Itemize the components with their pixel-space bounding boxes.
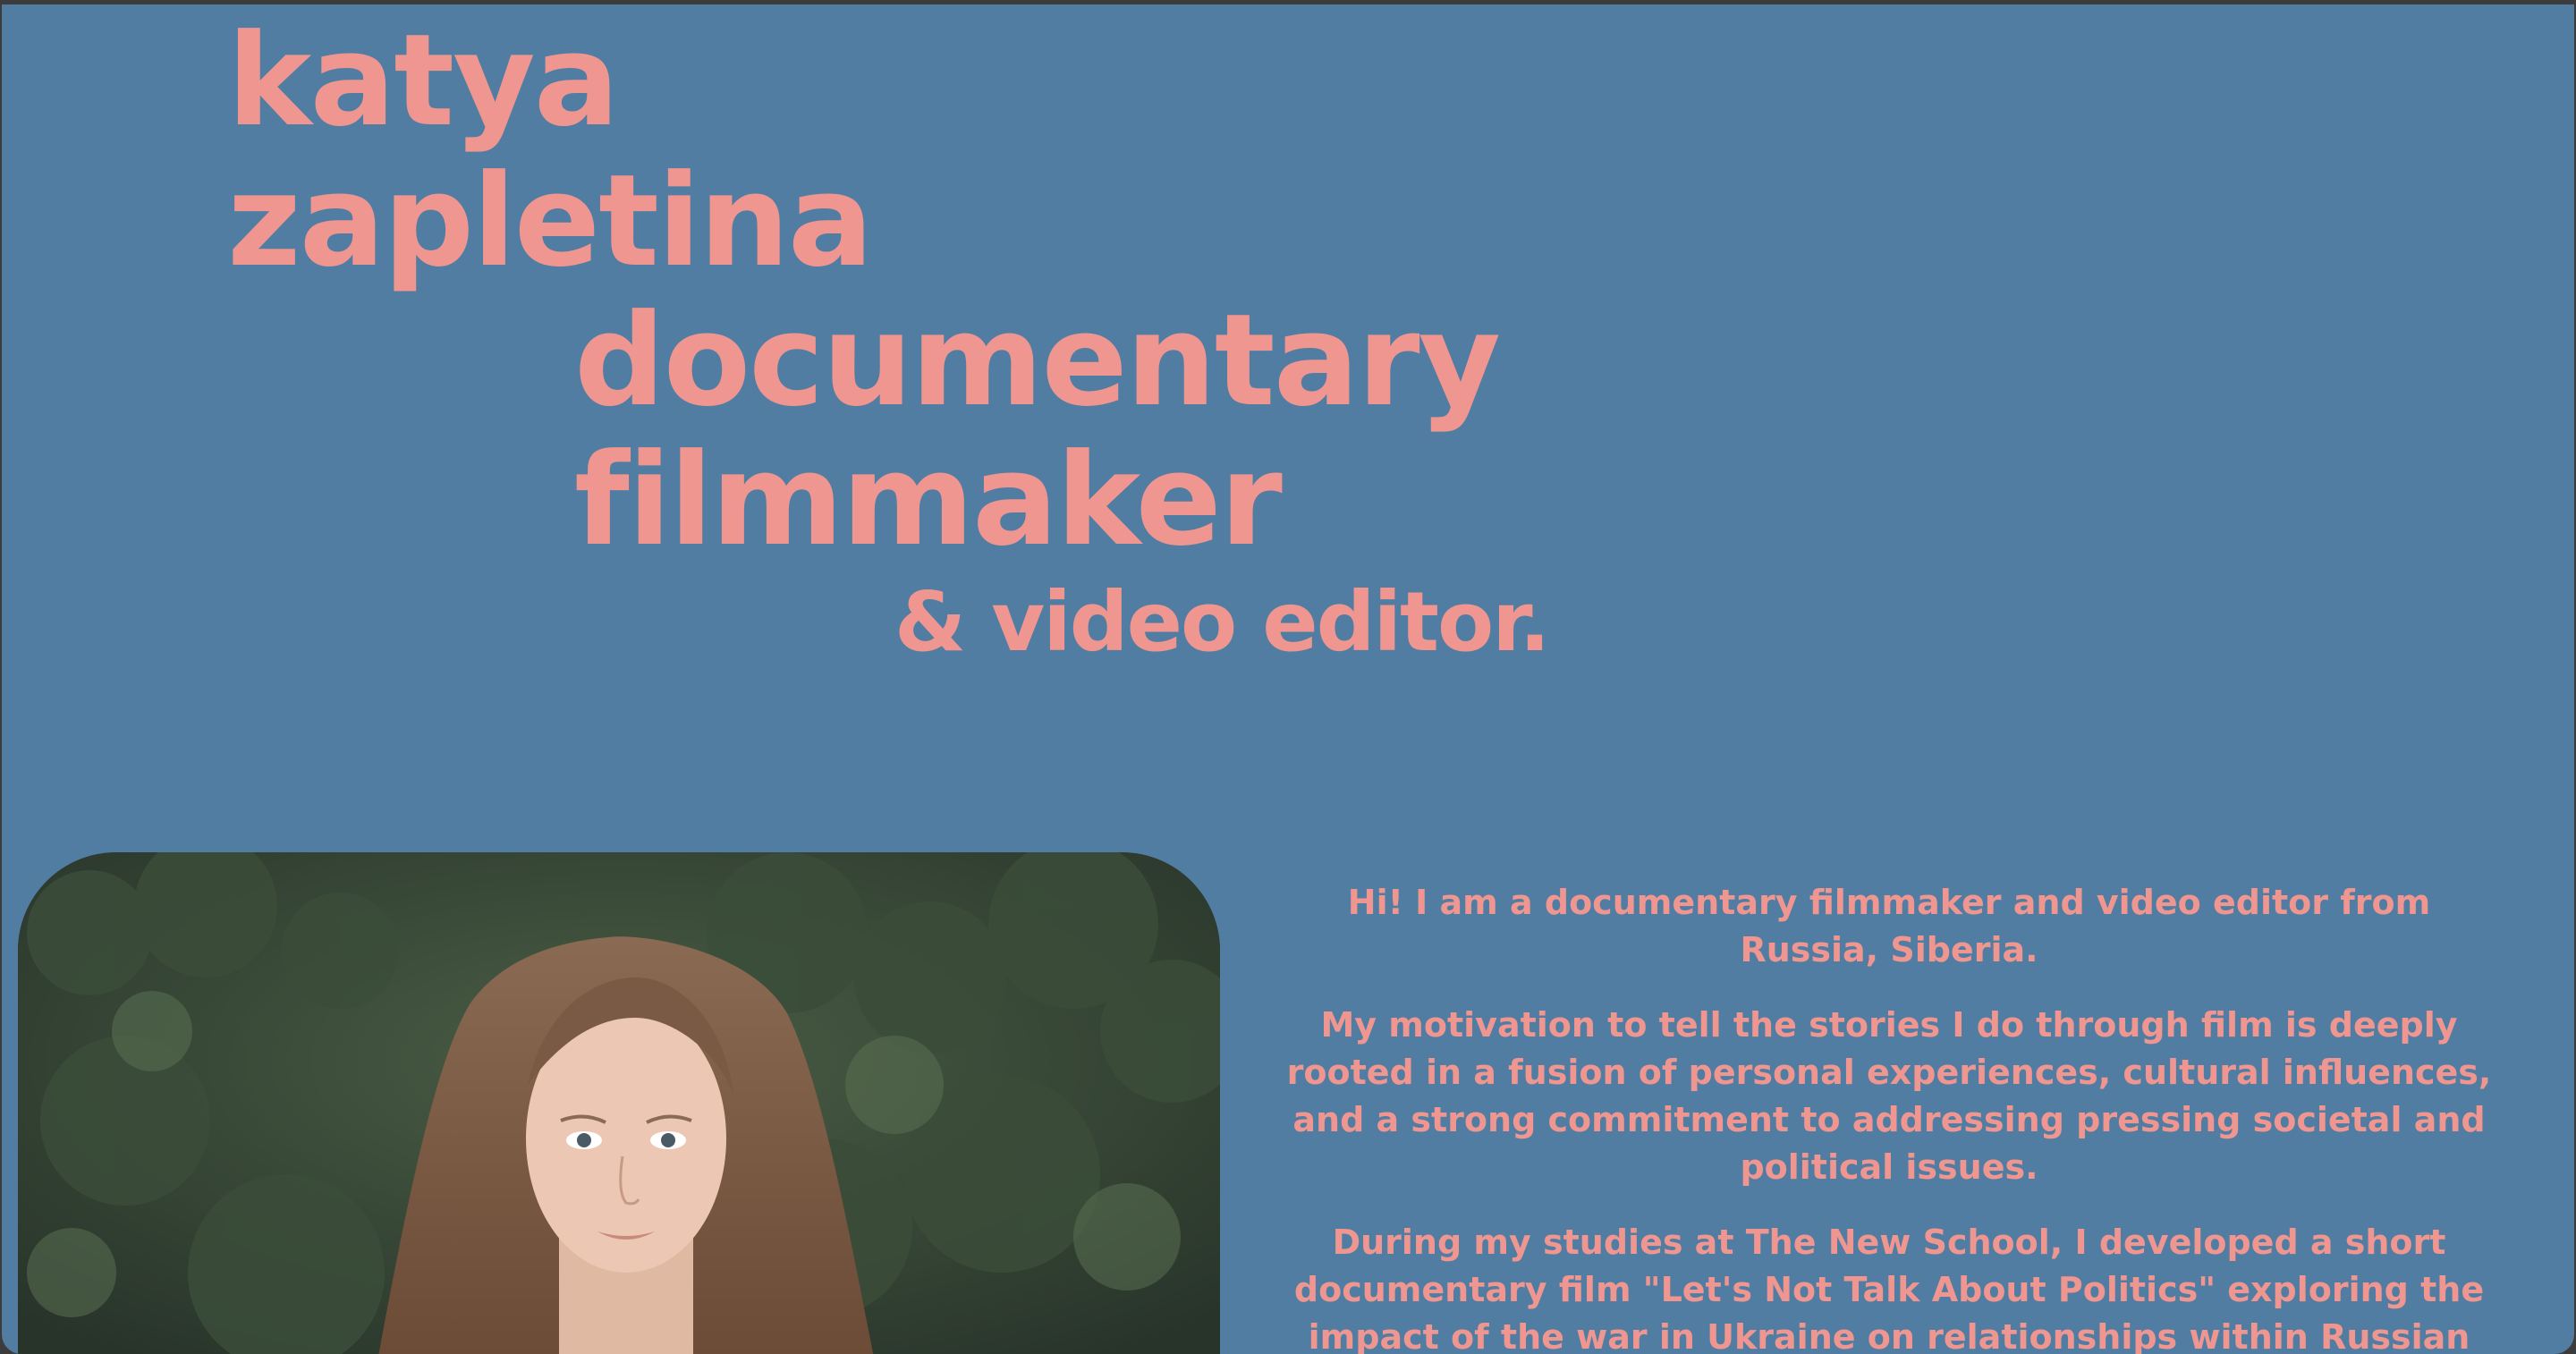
hero-role-video-editor: & video editor. [894, 574, 1550, 670]
hero-name-last: zapletina [227, 148, 874, 295]
portrait-illustration [18, 852, 1220, 1354]
bio-paragraph: My motivation to tell the stories I do t… [1286, 1005, 2492, 1187]
portrait-photo [18, 852, 1220, 1354]
hero-name-first: katya [227, 7, 620, 155]
browser-window: katya zapletina documentary filmmaker & … [0, 0, 2576, 1354]
hero-role-documentary: documentary [574, 287, 1501, 435]
bio-paragraph: Hi! I am a documentary filmmaker and vid… [1347, 883, 2431, 969]
bio-section: Hi! I am a documentary filmmaker and vid… [1281, 879, 2497, 1354]
portfolio-page: katya zapletina documentary filmmaker & … [2, 4, 2574, 1354]
hero-role-filmmaker: filmmaker [574, 427, 1283, 574]
bio-paragraph: During my studies at The New School, I d… [1293, 1223, 2485, 1354]
